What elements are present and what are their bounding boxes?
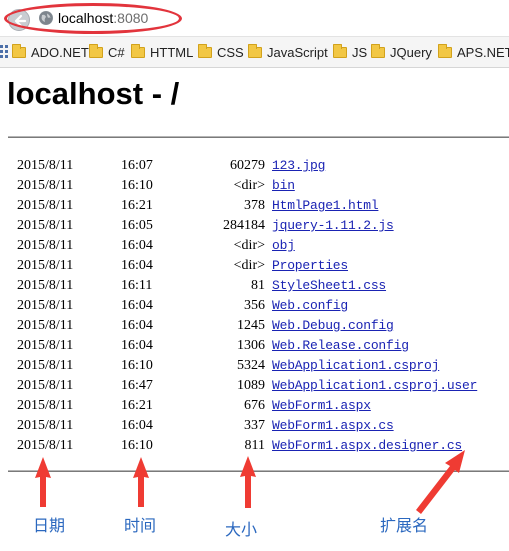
extension-arrow (416, 450, 465, 514)
annotation-date: 日期 (33, 516, 66, 535)
annotation-time: 时间 (124, 516, 157, 535)
annotation-arrows (35, 450, 465, 514)
size-arrow (240, 456, 256, 508)
time-arrow (133, 457, 149, 507)
annotation-extension: 扩展名 (380, 516, 429, 535)
date-arrow (35, 457, 51, 507)
annotation-size: 大小 (225, 520, 258, 539)
